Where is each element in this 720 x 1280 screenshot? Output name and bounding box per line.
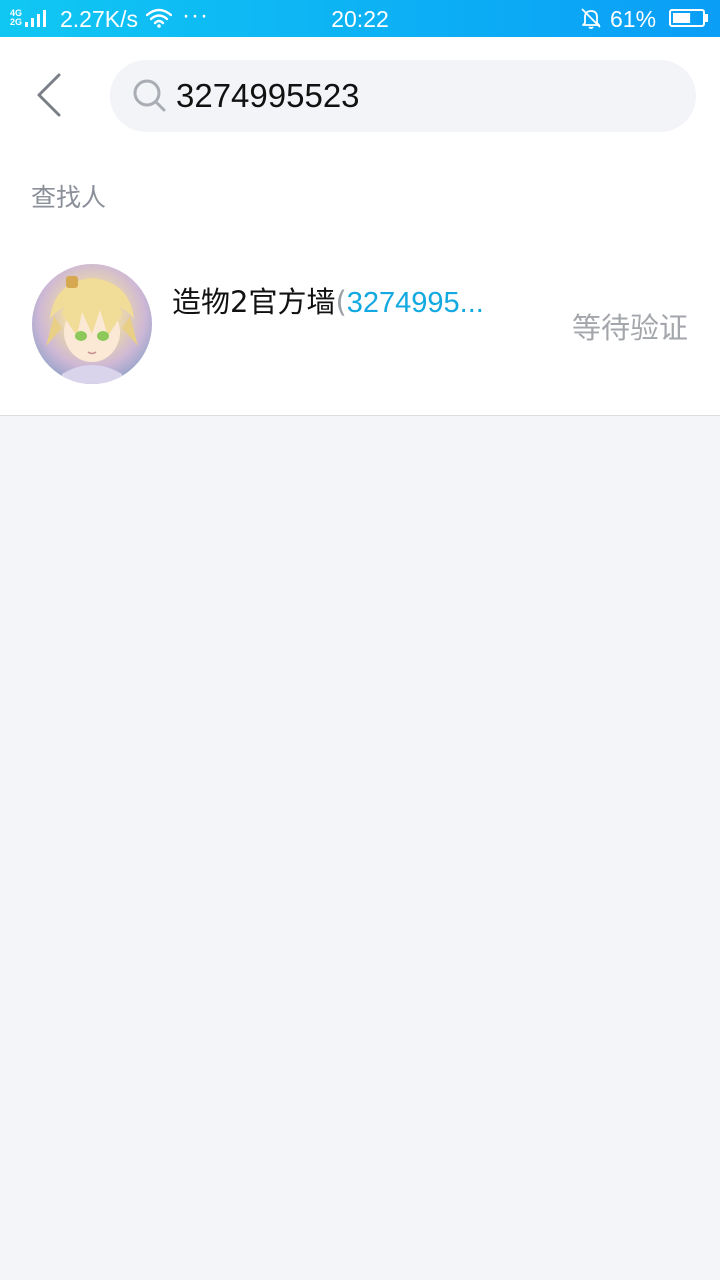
avatar-image <box>46 276 138 384</box>
battery-fill <box>673 13 691 23</box>
search-input[interactable] <box>176 74 666 118</box>
battery-icon <box>669 9 708 27</box>
section-header: 查找人 <box>0 150 720 235</box>
search-result-item[interactable]: 造物2官方墙(3274995... 等待验证 <box>0 235 720 416</box>
result-qq-number: 3274995... <box>346 287 484 319</box>
pending-verification-status[interactable]: 等待验证 <box>572 305 688 347</box>
search-box[interactable] <box>110 60 696 132</box>
result-paren: ( <box>335 285 347 319</box>
section-title: 查找人 <box>31 183 107 212</box>
bell-muted-icon <box>581 8 601 29</box>
search-icon <box>133 79 166 112</box>
status-bar: 4G 2G 2.27K/s ··· 20:22 61% <box>0 0 720 37</box>
battery-percent: 61% <box>610 6 657 32</box>
result-name: 造物2官方墙 <box>172 285 336 319</box>
result-name-line: 造物2官方墙(3274995... <box>172 279 512 321</box>
search-header <box>0 37 720 150</box>
avatar[interactable] <box>32 264 152 384</box>
back-icon[interactable] <box>28 72 70 118</box>
